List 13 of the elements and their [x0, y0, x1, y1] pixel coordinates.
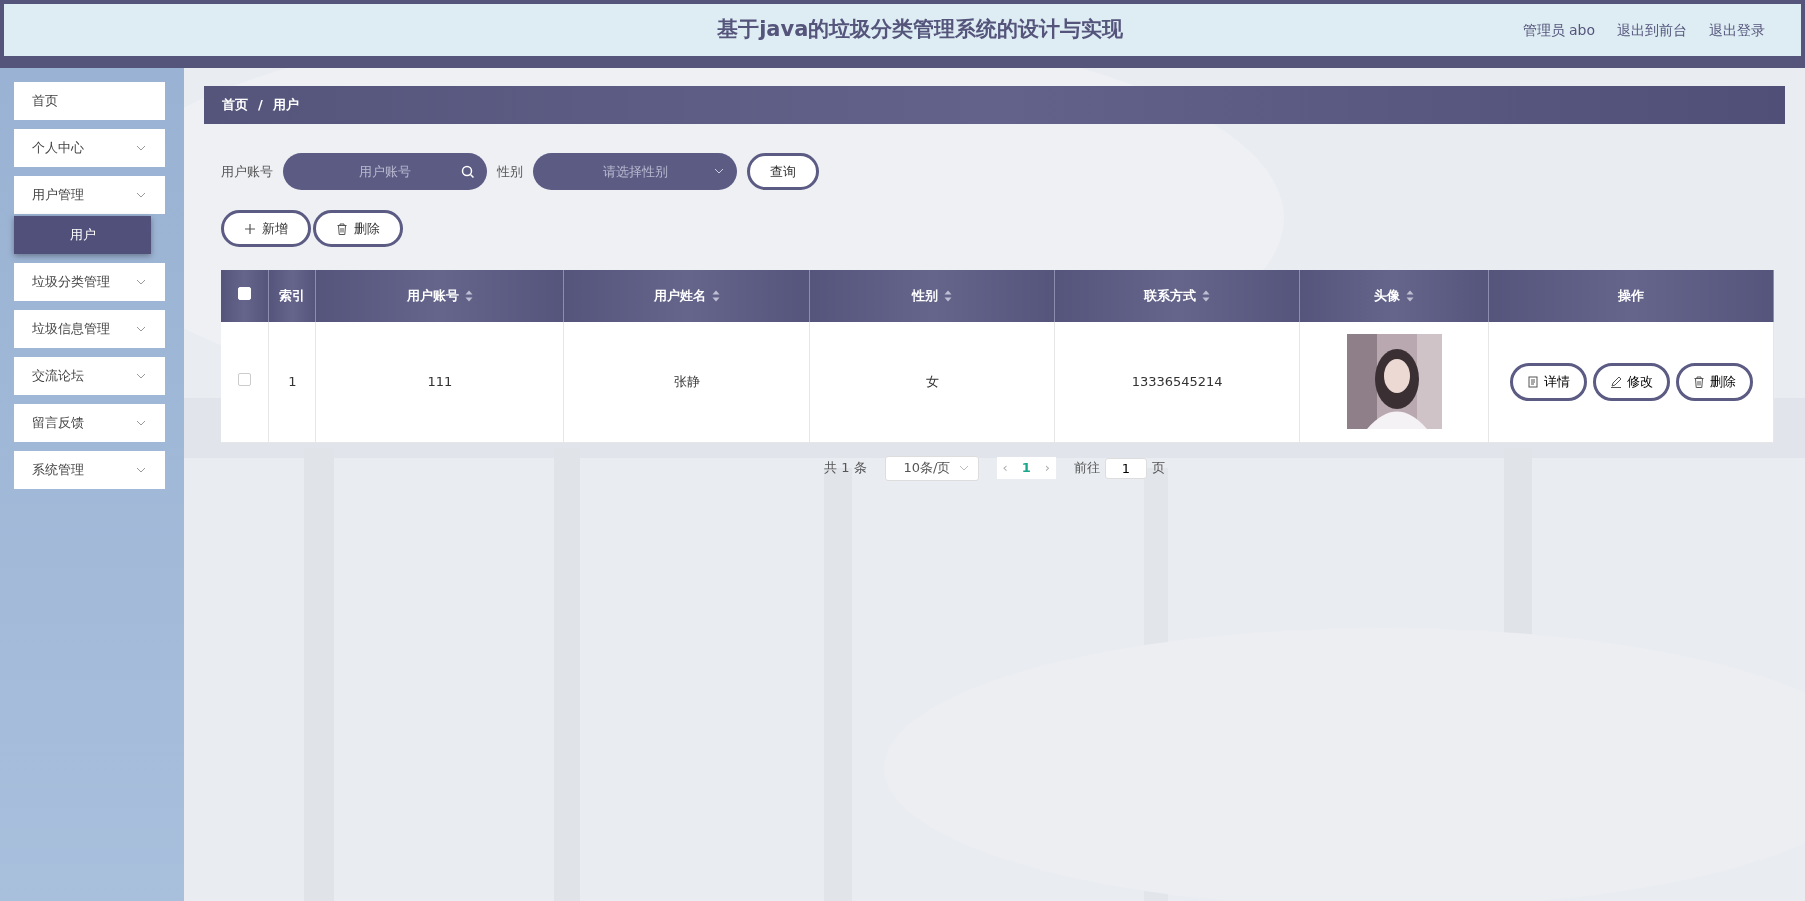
sidebar-item[interactable]: 留言反馈 [14, 404, 165, 442]
sidebar-item[interactable]: 交流论坛 [14, 357, 165, 395]
sidebar-item[interactable]: 系统管理 [14, 451, 165, 489]
sidebar-item[interactable]: 首页 [14, 82, 165, 120]
sidebar-item[interactable]: 垃圾信息管理 [14, 310, 165, 348]
header-link[interactable]: 退出到前台 [1617, 19, 1687, 41]
sidebar-item[interactable]: 个人中心 [14, 129, 165, 167]
sidebar-item[interactable]: 用户管理 [14, 176, 165, 214]
header-link[interactable]: 管理员 abo [1522, 19, 1595, 41]
sidebar-subitem[interactable]: 用户 [14, 216, 151, 254]
sidebar-item[interactable]: 垃圾分类管理 [14, 263, 165, 301]
app-title: 基于java的垃圾分类管理系统的设计与实现 [716, 16, 1125, 44]
header-link[interactable]: 退出登录 [1709, 19, 1765, 41]
